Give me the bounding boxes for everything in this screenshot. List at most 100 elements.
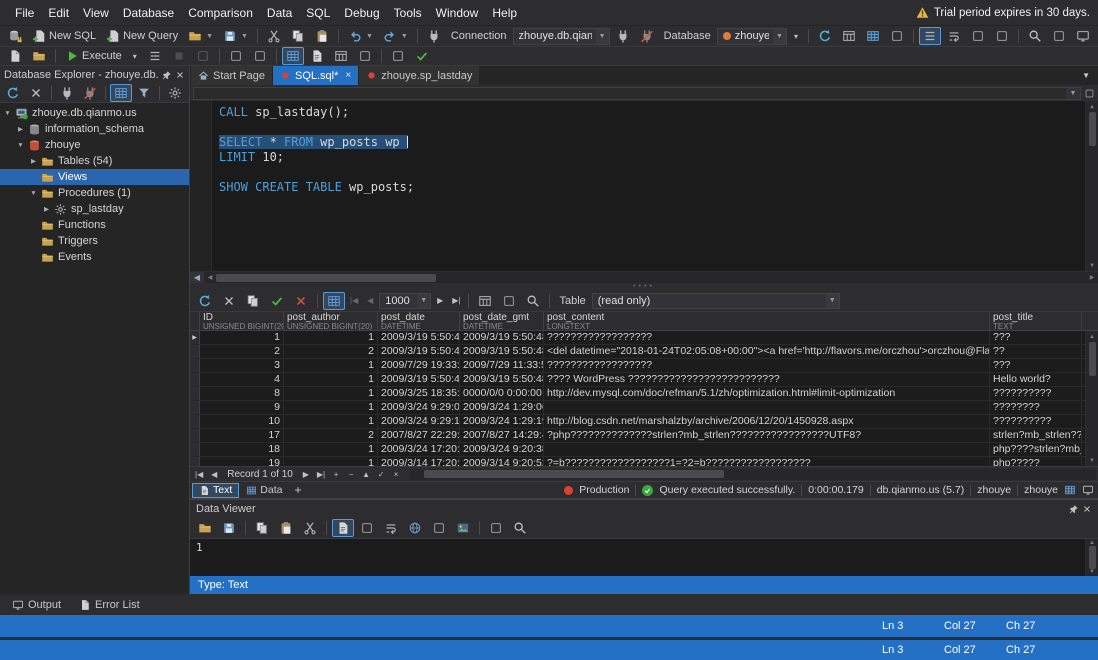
tree-item-procedures-1[interactable]: ▼ Procedures (1): [0, 185, 189, 201]
cell-post-author[interactable]: 1: [284, 415, 378, 428]
cell-post-date[interactable]: 2009/3/19 5:50:48: [378, 331, 460, 344]
cell-post-content[interactable]: ???? WordPress ?????????????????????????…: [544, 373, 990, 386]
undo-icon[interactable]: ▼: [344, 27, 377, 45]
cell-post-title[interactable]: strlen?mb_strlen????????????: [990, 429, 1082, 442]
table-designer-icon[interactable]: [838, 27, 860, 45]
table-row[interactable]: 1722007/8/27 22:29:492007/8/27 14:29:49?…: [190, 429, 1085, 443]
column-header-post-date[interactable]: post_date DATETIME: [378, 312, 460, 330]
results-text-icon[interactable]: [306, 47, 328, 65]
text-view-icon[interactable]: [332, 518, 354, 537]
menu-debug[interactable]: Debug: [337, 6, 386, 20]
cell-post-author[interactable]: 1: [284, 401, 378, 414]
cell-post-content[interactable]: http://blog.csdn.net/marshalzby/archive/…: [544, 415, 990, 428]
save-icon[interactable]: ▼: [219, 27, 252, 45]
tab-sql-sql[interactable]: SQL.sql* ×: [272, 66, 359, 85]
query-builder-icon[interactable]: [886, 27, 908, 45]
tree-item-functions[interactable]: Functions: [0, 217, 189, 233]
add-result-tab-button[interactable]: +: [289, 483, 306, 497]
new-document-icon[interactable]: [4, 47, 26, 65]
collapse-icon[interactable]: ▼: [15, 142, 26, 149]
active-connection-icon[interactable]: [423, 27, 445, 45]
pin-icon[interactable]: [162, 70, 172, 80]
cell-post-title[interactable]: ??????????: [990, 415, 1082, 428]
connect-icon[interactable]: [56, 84, 78, 102]
cell-post-title[interactable]: Hello world?: [990, 373, 1082, 386]
next-page-button[interactable]: ▶: [433, 294, 447, 307]
cell-post-date[interactable]: 2009/3/24 17:20:38: [378, 443, 460, 456]
tab-zhouye-sp-lastday[interactable]: zhouye.sp_lastday: [359, 66, 480, 85]
table-row[interactable]: 1912009/3/14 17:20:522009/3/14 9:20:52?=…: [190, 457, 1085, 466]
cell-post-date-gmt[interactable]: 2009/3/24 1:29:19: [460, 415, 544, 428]
cell-id[interactable]: 8: [200, 387, 284, 400]
disconnect-icon[interactable]: [79, 84, 101, 102]
scrollbar-thumb[interactable]: [1088, 342, 1096, 376]
image-view-icon[interactable]: [452, 519, 474, 537]
format-sql-icon[interactable]: [919, 27, 941, 45]
next-record-button[interactable]: ▶: [299, 468, 313, 481]
connect-icon[interactable]: [612, 27, 634, 45]
tab-output[interactable]: Output: [4, 597, 69, 613]
editor-line-3[interactable]: SELECT * FROM wp_posts wp: [219, 135, 1085, 150]
column-header-post-author[interactable]: post_author UNSIGNED BIGINT(20): [284, 312, 378, 330]
menu-window[interactable]: Window: [429, 6, 486, 20]
comment-icon[interactable]: [991, 27, 1013, 45]
table-row[interactable]: 1812009/3/24 17:20:382009/3/24 9:20:38 ph…: [190, 443, 1085, 457]
tree-item-zhouye-db-qianmo-us[interactable]: ▼ zhouye.db.qianmo.us: [0, 105, 189, 121]
tree-item-events[interactable]: Events: [0, 249, 189, 265]
cell-post-title[interactable]: ??: [990, 345, 1082, 358]
scroll-right-icon[interactable]: ▶: [1086, 274, 1098, 281]
grid-view-icon[interactable]: [474, 292, 496, 310]
menu-view[interactable]: View: [76, 6, 116, 20]
document-list-dropdown[interactable]: ▼: [1074, 66, 1098, 85]
cell-post-content[interactable]: [544, 443, 990, 456]
editor-horizontal-scrollbar[interactable]: ◀ ◀ ▶: [190, 271, 1098, 283]
last-page-button[interactable]: ▶|: [449, 294, 463, 307]
edit-record-button[interactable]: ▲: [359, 468, 373, 481]
prev-record-button[interactable]: ◀: [207, 468, 221, 481]
html-view-icon[interactable]: [404, 519, 426, 537]
editor-code[interactable]: CALL sp_lastday(); SELECT * FROM wp_posts…: [212, 101, 1085, 271]
cell-post-date[interactable]: 2009/3/14 17:20:52: [378, 457, 460, 466]
table-row[interactable]: 10 1 2009/3/24 9:29:19 2009/3/24 1:29:19 htt…: [190, 415, 1085, 429]
xml-view-icon[interactable]: [428, 519, 450, 537]
refresh-icon[interactable]: [2, 84, 24, 102]
edit-mode-combo[interactable]: (read only) ▼: [591, 292, 840, 309]
cell-post-author[interactable]: 1: [284, 359, 378, 372]
explain-plan-icon[interactable]: [225, 47, 247, 65]
open-script-icon[interactable]: [28, 47, 50, 65]
execute-button[interactable]: Execute: [61, 47, 126, 65]
window-layout-icon[interactable]: [1082, 484, 1094, 496]
object-browser-icon[interactable]: [110, 84, 132, 102]
scrollbar-thumb[interactable]: [216, 273, 436, 282]
cut-icon[interactable]: [263, 27, 285, 45]
menu-file[interactable]: File: [8, 6, 41, 20]
cell-post-content[interactable]: ??????????????????: [544, 331, 990, 344]
scroll-left-icon[interactable]: ◀: [204, 274, 216, 281]
tree-item-information-schema[interactable]: ▶ information_schema: [0, 121, 189, 137]
expand-icon[interactable]: ▶: [15, 125, 26, 133]
menu-help[interactable]: Help: [485, 6, 524, 20]
cell-post-date[interactable]: 2009/3/24 9:29:19: [378, 415, 460, 428]
database-combo[interactable]: zhouye ▼: [716, 27, 787, 45]
paste-icon[interactable]: [311, 27, 333, 45]
window-layout-icon[interactable]: [1072, 27, 1094, 45]
splitter-collapse-button[interactable]: ◀: [190, 272, 204, 283]
tab-data[interactable]: Data: [239, 483, 289, 498]
cell-post-content[interactable]: ??????????????????: [544, 359, 990, 372]
database-list-button[interactable]: ▾: [789, 30, 803, 43]
expand-icon[interactable]: ▶: [28, 157, 39, 165]
cell-post-content[interactable]: <del datetime="2018-01-24T02:05:08+00:00…: [544, 345, 990, 358]
post-edit-button[interactable]: ✓: [374, 468, 388, 481]
cancel-refresh-icon[interactable]: [218, 292, 240, 310]
prev-page-button[interactable]: ◀: [363, 294, 377, 307]
cell-post-date[interactable]: 2009/3/25 18:35:42: [378, 387, 460, 400]
export-data-icon[interactable]: [354, 47, 376, 65]
redo-icon[interactable]: ▼: [379, 27, 412, 45]
editor-line-1[interactable]: CALL sp_lastday();: [219, 105, 1085, 120]
table-row[interactable]: 2 2 2009/3/19 5:50:48 2009/3/19 5:50:48 <del…: [190, 345, 1085, 359]
cut-icon[interactable]: [299, 519, 321, 537]
table-row[interactable]: 312009/7/29 19:33:512009/7/29 11:33:51??…: [190, 359, 1085, 373]
cell-value-text[interactable]: 1: [190, 539, 1085, 576]
cell-post-author[interactable]: 1: [284, 457, 378, 466]
execute-settings-icon[interactable]: [144, 47, 166, 65]
